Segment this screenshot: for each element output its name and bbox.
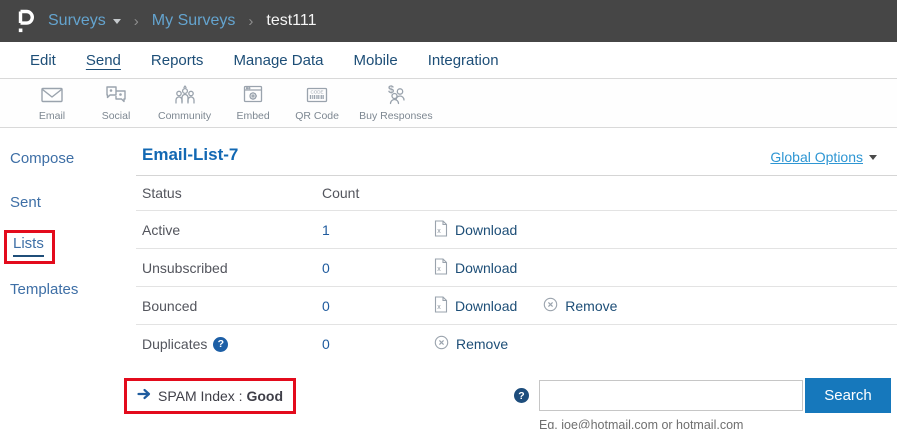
app-logo-icon xyxy=(14,8,36,35)
remove-label: Remove xyxy=(565,298,617,314)
sidebar: Compose Sent Lists Templates xyxy=(0,128,136,429)
arrow-right-icon xyxy=(137,387,151,405)
email-icon xyxy=(39,82,65,108)
count-value: 0 xyxy=(322,260,434,276)
help-icon[interactable]: ? xyxy=(213,337,228,352)
breadcrumb-current: test111 xyxy=(266,12,316,30)
tool-label: Buy Responses xyxy=(359,110,433,122)
excel-file-icon: x xyxy=(434,220,448,240)
remove-circle-icon xyxy=(543,297,558,315)
remove-circle-icon xyxy=(434,335,449,353)
status-text: Duplicates xyxy=(142,336,207,352)
highlight-box-spam-index: SPAM Index : Good xyxy=(124,378,296,414)
svg-text:x: x xyxy=(437,266,441,273)
search-hint: Eg. joe@hotmail.com or hotmail.com xyxy=(539,418,891,429)
download-link[interactable]: x Download xyxy=(434,296,517,316)
svg-text:x: x xyxy=(437,304,441,311)
svg-text:x: x xyxy=(437,228,441,235)
email-button[interactable]: Email xyxy=(30,82,74,122)
breadcrumb-my-surveys[interactable]: My Surveys xyxy=(152,12,236,30)
global-options-label: Global Options xyxy=(770,149,863,165)
page-body: Compose Sent Lists Templates Email-List-… xyxy=(0,128,897,429)
menu-item-manage-data[interactable]: Manage Data xyxy=(233,52,323,69)
remove-label: Remove xyxy=(456,336,508,352)
embed-icon xyxy=(240,82,266,108)
chevron-down-icon xyxy=(869,155,877,160)
tool-label: Social xyxy=(102,110,131,122)
search-area: ? Search Eg. joe@hotmail.com or hotmail.… xyxy=(514,378,891,429)
column-header-count: Count xyxy=(322,185,434,201)
status-label: Unsubscribed xyxy=(142,260,322,276)
count-value: 0 xyxy=(322,336,434,352)
column-header-status: Status xyxy=(142,185,322,201)
help-icon[interactable]: ? xyxy=(514,388,529,403)
qr-code-icon: CODE xyxy=(304,82,330,108)
buy-responses-button[interactable]: $ Buy Responses xyxy=(359,82,433,122)
tool-label: Community xyxy=(158,110,211,122)
page-title: Email-List-7 xyxy=(142,145,238,165)
send-toolbar: Email Social Community xyxy=(0,79,897,128)
menu-item-mobile[interactable]: Mobile xyxy=(354,52,398,69)
status-label: Duplicates ? xyxy=(142,336,322,352)
sidebar-item-sent[interactable]: Sent xyxy=(10,194,41,211)
download-link[interactable]: x Download xyxy=(434,258,517,278)
count-value: 0 xyxy=(322,298,434,314)
status-label: Active xyxy=(142,222,322,238)
table-row: Bounced 0 x Download xyxy=(136,287,897,325)
excel-file-icon: x xyxy=(434,258,448,278)
tool-label: Embed xyxy=(236,110,269,122)
sidebar-item-compose[interactable]: Compose xyxy=(10,150,74,167)
product-menu[interactable]: Surveys xyxy=(48,12,106,30)
buy-responses-icon: $ xyxy=(383,82,409,108)
embed-button[interactable]: Embed xyxy=(231,82,275,122)
social-icon xyxy=(103,82,129,108)
download-link[interactable]: x Download xyxy=(434,220,517,240)
breadcrumb-separator: › xyxy=(248,13,253,30)
spam-index-label: SPAM Index : xyxy=(158,388,243,404)
tool-label: Email xyxy=(39,110,65,122)
community-icon xyxy=(172,82,198,108)
svg-text:CODE: CODE xyxy=(311,89,324,94)
main-menu: Edit Send Reports Manage Data Mobile Int… xyxy=(0,42,897,79)
main-content: Email-List-7 Global Options Status Count… xyxy=(136,128,897,429)
excel-file-icon: x xyxy=(434,296,448,316)
topbar: Surveys › My Surveys › test111 xyxy=(0,0,897,42)
chevron-down-icon[interactable] xyxy=(113,19,121,24)
search-input[interactable] xyxy=(539,380,803,411)
search-button[interactable]: Search xyxy=(805,378,891,413)
highlight-box-lists: Lists xyxy=(4,230,55,264)
table-row: Duplicates ? 0 Remove xyxy=(136,325,897,363)
spam-index-value: Good xyxy=(246,388,283,404)
sidebar-item-templates[interactable]: Templates xyxy=(10,281,78,298)
download-label: Download xyxy=(455,298,517,314)
spam-index-text: SPAM Index : Good xyxy=(158,388,283,404)
qr-code-button[interactable]: CODE QR Code xyxy=(295,82,339,122)
remove-link[interactable]: Remove xyxy=(434,335,508,353)
global-options-link[interactable]: Global Options xyxy=(770,149,877,165)
table-row: Unsubscribed 0 x Download xyxy=(136,249,897,287)
menu-item-send[interactable]: Send xyxy=(86,52,121,69)
table-header-row: Status Count xyxy=(136,176,897,211)
table-row: Active 1 x Download xyxy=(136,211,897,249)
community-button[interactable]: Community xyxy=(158,82,211,122)
content-header: Email-List-7 Global Options xyxy=(136,128,897,176)
menu-item-integration[interactable]: Integration xyxy=(428,52,499,69)
sidebar-item-lists[interactable]: Lists xyxy=(13,235,44,252)
menu-item-edit[interactable]: Edit xyxy=(30,52,56,69)
status-label: Bounced xyxy=(142,298,322,314)
download-label: Download xyxy=(455,222,517,238)
social-button[interactable]: Social xyxy=(94,82,138,122)
menu-item-reports[interactable]: Reports xyxy=(151,52,204,69)
bottom-row: SPAM Index : Good ? Search Eg. joe@hotma… xyxy=(136,378,897,429)
remove-link[interactable]: Remove xyxy=(543,297,617,315)
active-item-underline xyxy=(13,255,44,257)
tool-label: QR Code xyxy=(295,110,339,122)
count-value: 1 xyxy=(322,222,434,238)
download-label: Download xyxy=(455,260,517,276)
breadcrumb-separator: › xyxy=(134,13,139,30)
